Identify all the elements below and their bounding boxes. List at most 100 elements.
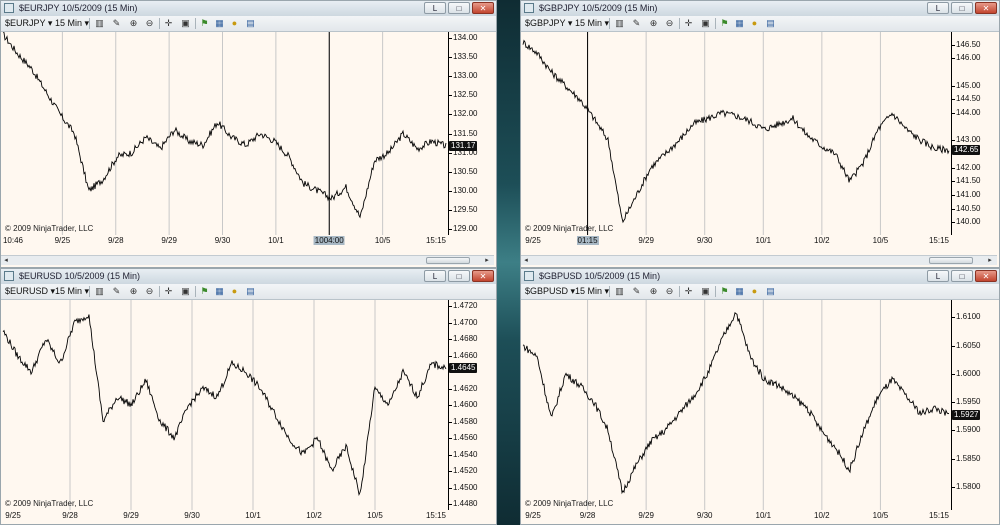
time-axis[interactable]: 9/25 01:15 9/29 9/30 10/1 10/2 10/5 15:15 xyxy=(521,236,951,247)
zoom-out-icon[interactable]: ⊖ xyxy=(144,18,155,29)
price-tick-label: 1.4660 xyxy=(448,350,478,360)
strategy-icon[interactable]: ⚑ xyxy=(719,18,730,29)
properties-icon[interactable]: ▣ xyxy=(180,18,191,29)
maximize-button[interactable]: □ xyxy=(951,270,973,282)
time-tick-label: 9/25 xyxy=(525,511,541,520)
interval-selector[interactable]: 15 Min ▾ xyxy=(575,18,609,29)
window-title-bar[interactable]: $EURJPY 10/5/2009 (15 Min) L □ ✕ xyxy=(1,1,496,17)
price-plot-area[interactable] xyxy=(1,32,448,235)
window-title-bar[interactable]: $GBPUSD 10/5/2009 (15 Min) L □ ✕ xyxy=(521,269,999,285)
maximize-button[interactable]: □ xyxy=(448,270,470,282)
scrollbar-thumb[interactable] xyxy=(929,257,973,264)
last-price-marker: 142.65 xyxy=(952,144,981,155)
time-tick-label: 9/29 xyxy=(638,236,654,245)
time-tick-label: 9/30 xyxy=(214,236,231,245)
chart-window-eurusd[interactable]: $EURUSD 10/5/2009 (15 Min) L □ ✕ $EURUSD… xyxy=(0,268,497,525)
scroll-right-icon[interactable]: ▸ xyxy=(985,256,995,265)
restore-button[interactable]: L xyxy=(927,2,949,14)
horizontal-scrollbar[interactable]: ◂ ▸ xyxy=(1,255,494,265)
restore-button[interactable]: L xyxy=(424,270,446,282)
close-button[interactable]: ✕ xyxy=(472,2,494,14)
window-title-bar[interactable]: $GBPJPY 10/5/2009 (15 Min) L □ ✕ xyxy=(521,1,999,17)
bar-style-icon[interactable]: ▥ xyxy=(614,18,625,29)
properties-icon[interactable]: ▣ xyxy=(700,18,711,29)
price-plot-area[interactable] xyxy=(521,300,951,510)
time-axis[interactable]: 9/25 9/28 9/29 9/30 10/1 10/2 10/5 15:15 xyxy=(521,511,951,522)
instrument-selector[interactable]: $GBPUSD ▾ xyxy=(525,286,575,297)
interval-selector[interactable]: 15 Min ▾ xyxy=(55,286,89,297)
indicator-icon[interactable]: ▦ xyxy=(734,18,745,29)
coin-icon[interactable]: ● xyxy=(749,286,760,297)
bar-style-icon[interactable]: ▥ xyxy=(94,286,105,297)
time-axis[interactable]: 9/25 9/28 9/29 9/30 10/1 10/2 10/5 15:15 xyxy=(1,511,448,522)
time-tick-label: 9/25 xyxy=(525,236,541,245)
instrument-selector[interactable]: $EURUSD ▾ xyxy=(5,286,55,297)
close-button[interactable]: ✕ xyxy=(472,270,494,282)
zoom-in-icon[interactable]: ⊕ xyxy=(128,18,139,29)
chart-window-eurjpy[interactable]: $EURJPY 10/5/2009 (15 Min) L □ ✕ $EURJPY… xyxy=(0,0,497,268)
scroll-right-icon[interactable]: ▸ xyxy=(482,256,492,265)
instrument-selector[interactable]: $EURJPY ▾ xyxy=(5,18,52,29)
maximize-button[interactable]: □ xyxy=(951,2,973,14)
indicator-icon[interactable]: ▦ xyxy=(734,286,745,297)
chart-window-gbpjpy[interactable]: $GBPJPY 10/5/2009 (15 Min) L □ ✕ $GBPJPY… xyxy=(520,0,1000,268)
interval-selector[interactable]: 15 Min ▾ xyxy=(575,286,609,297)
time-tick-label: 10/2 xyxy=(814,511,830,520)
scrollbar-thumb[interactable] xyxy=(426,257,470,264)
price-axis[interactable]: 146.50 146.00 145.00 144.50 144.00 143.00 142.… xyxy=(951,32,998,235)
data-box-icon[interactable]: ▤ xyxy=(245,286,256,297)
time-axis[interactable]: 10:46 9/25 9/28 9/29 9/30 10/1 1004:00 10/5 15:1… xyxy=(1,236,448,247)
pencil-draw-icon[interactable]: ✎ xyxy=(111,286,122,297)
data-box-icon[interactable]: ▤ xyxy=(765,18,776,29)
coin-icon[interactable]: ● xyxy=(229,18,240,29)
crosshair-icon[interactable]: ✛ xyxy=(683,286,694,297)
chart-window-gbpusd[interactable]: $GBPUSD 10/5/2009 (15 Min) L □ ✕ $GBPUSD… xyxy=(520,268,1000,525)
zoom-out-icon[interactable]: ⊖ xyxy=(664,286,675,297)
coin-icon[interactable]: ● xyxy=(229,286,240,297)
indicator-icon[interactable]: ▦ xyxy=(214,18,225,29)
maximize-button[interactable]: □ xyxy=(448,2,470,14)
price-axis[interactable]: 134.00 133.50 133.00 132.50 132.00 131.50 131.… xyxy=(448,32,495,235)
crosshair-icon[interactable]: ✛ xyxy=(163,18,174,29)
price-axis[interactable]: 1.4720 1.4700 1.4680 1.4660 1.4620 1.4600 1.45… xyxy=(448,300,495,510)
coin-icon[interactable]: ● xyxy=(749,18,760,29)
pencil-draw-icon[interactable]: ✎ xyxy=(631,18,642,29)
interval-selector[interactable]: 15 Min ▾ xyxy=(55,18,89,29)
scroll-left-icon[interactable]: ◂ xyxy=(1,256,11,265)
scroll-left-icon[interactable]: ◂ xyxy=(521,256,531,265)
price-plot-area[interactable] xyxy=(521,32,951,235)
zoom-out-icon[interactable]: ⊖ xyxy=(664,18,675,29)
zoom-in-icon[interactable]: ⊕ xyxy=(128,286,139,297)
properties-icon[interactable]: ▣ xyxy=(700,286,711,297)
bar-style-icon[interactable]: ▥ xyxy=(94,18,105,29)
bar-style-icon[interactable]: ▥ xyxy=(614,286,625,297)
strategy-icon[interactable]: ⚑ xyxy=(719,286,730,297)
data-box-icon[interactable]: ▤ xyxy=(245,18,256,29)
pencil-draw-icon[interactable]: ✎ xyxy=(631,286,642,297)
pencil-draw-icon[interactable]: ✎ xyxy=(111,18,122,29)
horizontal-scrollbar[interactable]: ◂ ▸ xyxy=(521,255,997,265)
window-title-bar[interactable]: $EURUSD 10/5/2009 (15 Min) L □ ✕ xyxy=(1,269,496,285)
crosshair-icon[interactable]: ✛ xyxy=(683,18,694,29)
time-tick-label: 9/30 xyxy=(184,511,200,520)
price-tick-label: 1.5900 xyxy=(951,425,981,435)
restore-button[interactable]: L xyxy=(927,270,949,282)
price-axis[interactable]: 1.6100 1.6050 1.6000 1.5950 1.5900 1.5850 1.58… xyxy=(951,300,998,510)
restore-button[interactable]: L xyxy=(424,2,446,14)
price-tick-label: 1.4620 xyxy=(448,383,478,393)
close-button[interactable]: ✕ xyxy=(975,270,997,282)
indicator-icon[interactable]: ▦ xyxy=(214,286,225,297)
price-plot-area[interactable] xyxy=(1,300,448,510)
strategy-icon[interactable]: ⚑ xyxy=(199,18,210,29)
strategy-icon[interactable]: ⚑ xyxy=(199,286,210,297)
time-tick-label: 9/29 xyxy=(123,511,139,520)
zoom-out-icon[interactable]: ⊖ xyxy=(144,286,155,297)
instrument-selector[interactable]: $GBPJPY ▾ xyxy=(525,18,572,29)
properties-icon[interactable]: ▣ xyxy=(180,286,191,297)
zoom-in-icon[interactable]: ⊕ xyxy=(648,286,659,297)
crosshair-icon[interactable]: ✛ xyxy=(163,286,174,297)
data-box-icon[interactable]: ▤ xyxy=(765,286,776,297)
zoom-in-icon[interactable]: ⊕ xyxy=(648,18,659,29)
price-tick-label: 145.00 xyxy=(951,80,981,90)
close-button[interactable]: ✕ xyxy=(975,2,997,14)
